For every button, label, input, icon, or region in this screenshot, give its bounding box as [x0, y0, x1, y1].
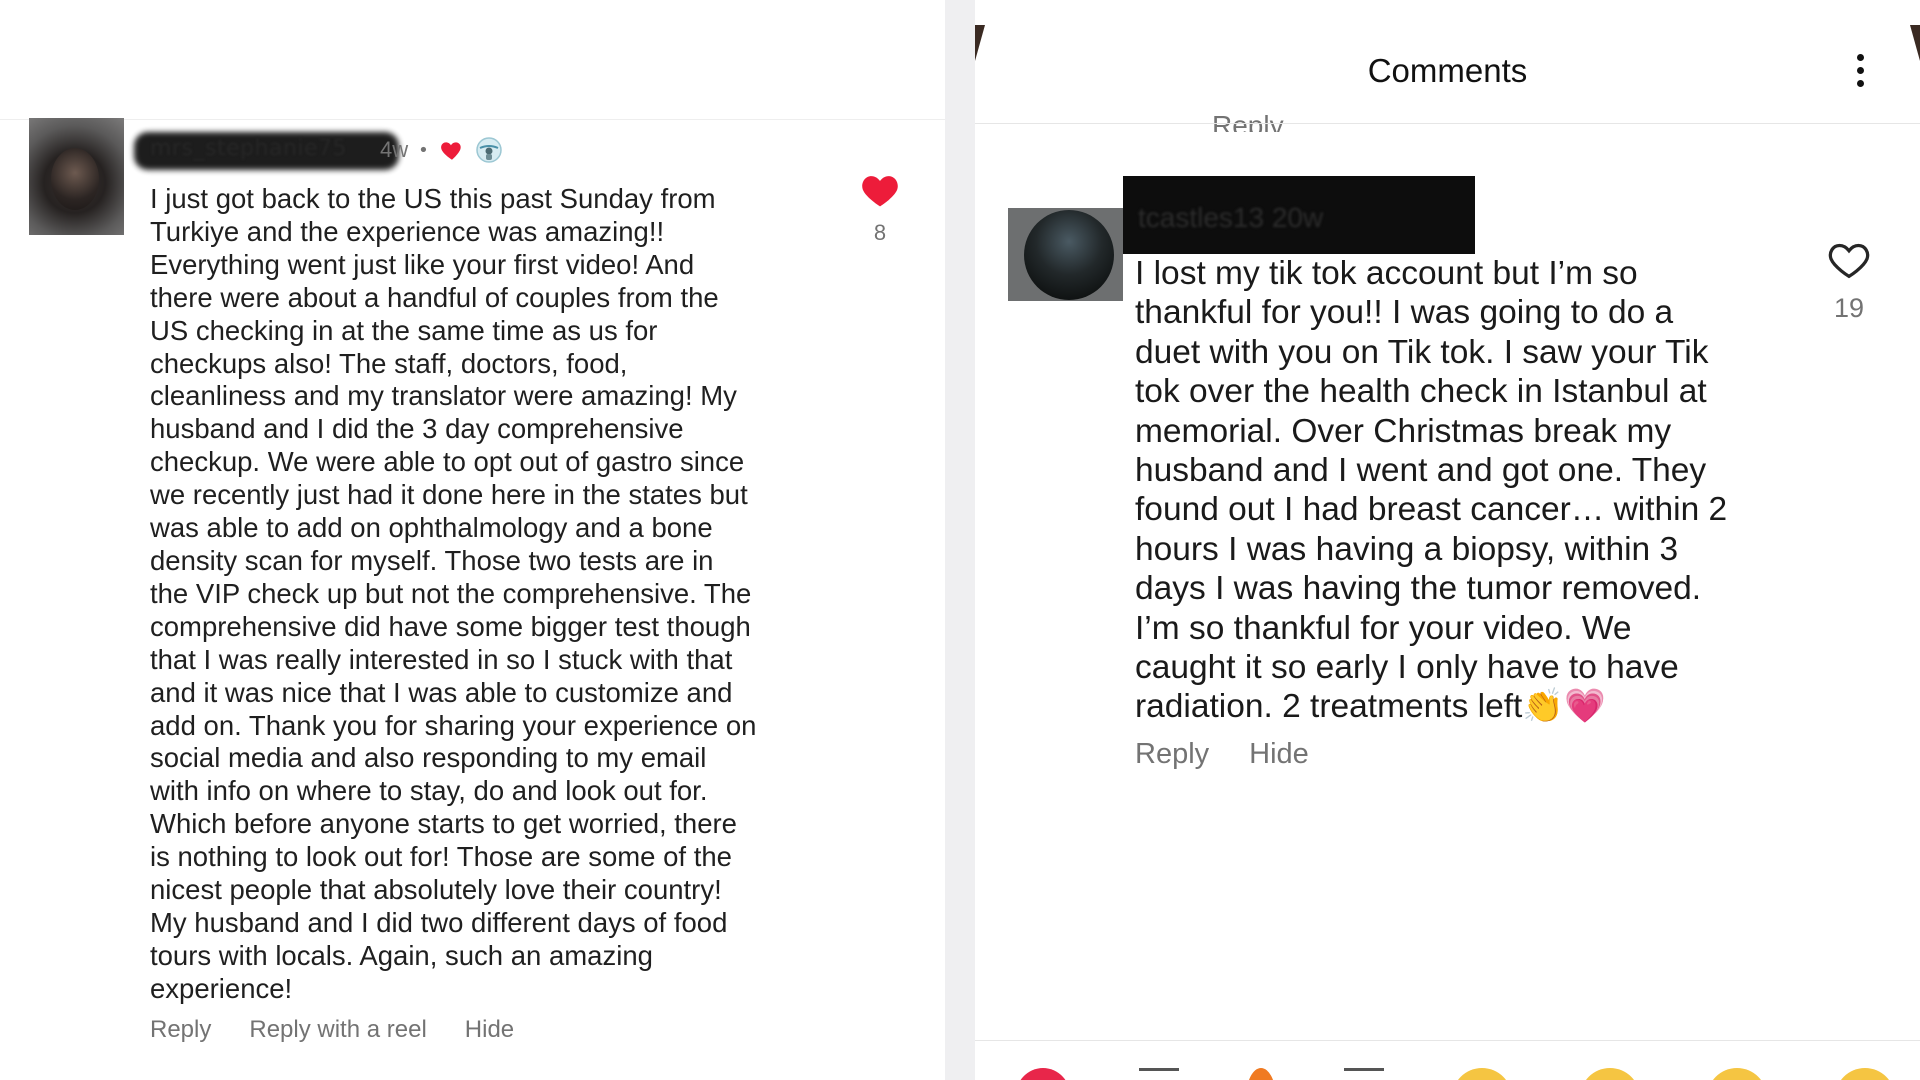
timestamp: 4w: [380, 137, 409, 162]
comment-actions: Reply Hide: [1135, 738, 1309, 771]
avatar[interactable]: [29, 118, 124, 235]
username: tcastles13 20w: [1138, 202, 1324, 233]
avatar-photo: [1024, 210, 1114, 300]
page-title: Comments: [1367, 52, 1528, 89]
username-redacted[interactable]: tcastles13 20w: [1123, 176, 1475, 254]
heart-filled-icon[interactable]: [860, 172, 900, 208]
like-count: 8: [873, 220, 887, 245]
clap-emoji-icon[interactable]: [1344, 1068, 1385, 1079]
reply-button[interactable]: Reply: [150, 1016, 211, 1044]
quick-reaction-bar: [1015, 1066, 1895, 1080]
username-redacted[interactable]: mrs_stephanie75: [134, 131, 399, 170]
screenshot-composite: mrs_stephanie75 4w • I just got back to …: [0, 0, 1920, 1080]
right-comments-panel: Comments Reply tcastles13 20w I lost my …: [975, 0, 1920, 1080]
avatar-photo: [51, 148, 99, 210]
left-comment-panel: mrs_stephanie75 4w • I just got back to …: [0, 0, 945, 1080]
creator-avatar-badge-icon: [476, 137, 502, 163]
sad-face-emoji-icon[interactable]: [1451, 1068, 1512, 1080]
comment-text: I just got back to the US this past Sund…: [150, 183, 757, 1004]
hide-button[interactable]: Hide: [465, 1016, 514, 1044]
header-divider: [975, 123, 1920, 124]
fire-emoji-icon[interactable]: [1246, 1068, 1277, 1080]
hide-button[interactable]: Hide: [1249, 738, 1309, 771]
previous-reply-link[interactable]: Reply: [1212, 106, 1284, 132]
raised-hands-emoji-icon[interactable]: [1138, 1068, 1179, 1079]
creator-liked-heart-icon: [440, 142, 461, 160]
meta-row: 4w •: [380, 136, 503, 164]
like-count: 19: [1833, 293, 1865, 323]
laughing-face-emoji-icon[interactable]: [1834, 1068, 1895, 1080]
love-face-emoji-icon[interactable]: [1579, 1068, 1640, 1080]
comment-text: I lost my tik tok account but I’m so tha…: [1135, 255, 1728, 726]
comment-meta: mrs_stephanie75: [134, 128, 399, 170]
divider: [975, 1040, 1920, 1041]
heart-emoji-icon[interactable]: [1015, 1068, 1071, 1080]
username: mrs_stephanie75: [150, 135, 348, 161]
reply-with-reel-button[interactable]: Reply with a reel: [249, 1016, 426, 1044]
divider: [0, 119, 945, 120]
separator-dot: •: [418, 139, 429, 161]
avatar[interactable]: [1008, 208, 1123, 301]
comment-actions: Reply Reply with a reel Hide: [150, 1016, 514, 1044]
surprised-face-emoji-icon[interactable]: [1707, 1068, 1768, 1080]
more-vertical-icon[interactable]: [1855, 54, 1867, 94]
reply-button[interactable]: Reply: [1135, 738, 1209, 771]
heart-outline-icon[interactable]: [1827, 240, 1871, 280]
